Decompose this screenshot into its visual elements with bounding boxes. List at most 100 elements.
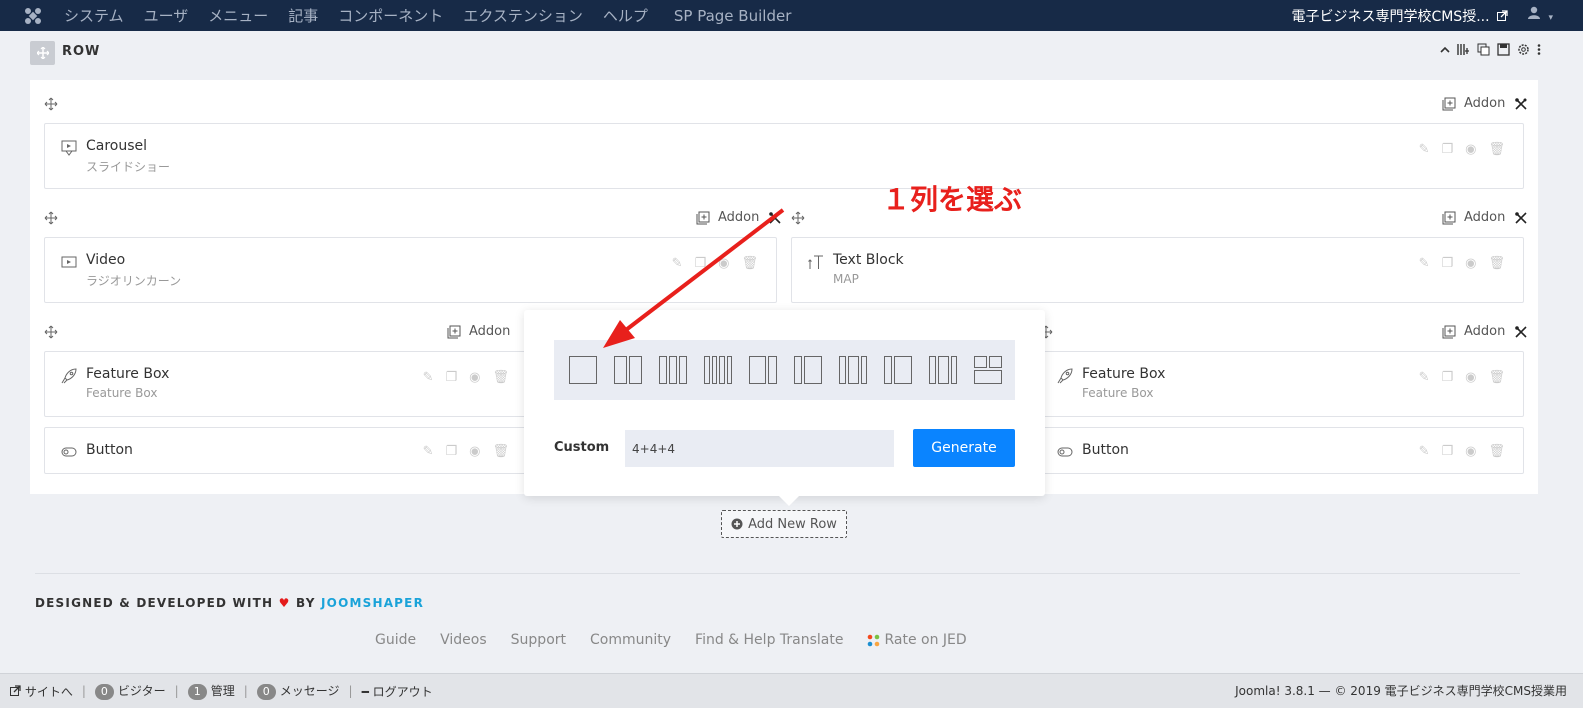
edit-icon[interactable]: ✎ — [423, 370, 434, 385]
copy-icon[interactable]: ❐ — [694, 256, 706, 271]
row-drag-handle[interactable] — [30, 41, 55, 65]
column-settings-icon[interactable] — [769, 211, 781, 224]
visibility-icon[interactable]: ◉ — [1465, 370, 1476, 385]
external-link-icon — [10, 684, 21, 696]
copy-icon[interactable]: ❐ — [1441, 370, 1453, 385]
layout-8-4[interactable] — [749, 356, 777, 384]
layout-grid[interactable] — [974, 356, 1002, 384]
link-guide[interactable]: Guide — [375, 632, 416, 648]
delete-icon[interactable]: 🗑 — [492, 370, 509, 385]
version-info: Joomla! 3.8.1 — © 2019 電子ビジネス専門学校CMS授業用 — [1235, 684, 1567, 698]
addon-card-video[interactable]: Video ラジオリンカーン ✎ ❐ ◉ 🗑 — [44, 237, 777, 303]
joomla-logo-icon[interactable] — [17, 0, 49, 31]
columns-icon[interactable] — [1457, 43, 1470, 56]
admins-status[interactable]: 1 管理 — [187, 682, 235, 700]
copy-icon[interactable]: ❐ — [445, 444, 457, 459]
copy-icon[interactable]: ❐ — [445, 370, 457, 385]
logout-link[interactable]: ━ ログアウト — [362, 683, 433, 700]
delete-icon[interactable]: 🗑 — [1488, 256, 1505, 271]
link-community[interactable]: Community — [590, 632, 671, 648]
menu-system[interactable]: システム — [64, 5, 124, 26]
addon-card-carousel[interactable]: Carousel スライドショー ✎ ❐ ◉ 🗑 — [44, 123, 1524, 189]
collapse-icon[interactable] — [1440, 45, 1450, 55]
delete-icon[interactable]: 🗑 — [1488, 444, 1505, 459]
column-drag-icon[interactable] — [791, 211, 805, 225]
visitors-label: ビジター — [117, 684, 166, 698]
menu-menus[interactable]: メニュー — [208, 5, 268, 26]
menu-content[interactable]: 記事 — [288, 5, 318, 26]
add-addon-button[interactable]: Addon — [1442, 210, 1527, 225]
addon-label: Addon — [1464, 324, 1506, 339]
addon-card-feature-box[interactable]: Feature Box Feature Box ✎ ❐ ◉ 🗑 — [1040, 351, 1524, 417]
column-settings-icon[interactable] — [1515, 325, 1527, 338]
site-link[interactable]: 電子ビジネス専門学校CMS授... — [1291, 6, 1508, 26]
copy-icon[interactable]: ❐ — [1441, 256, 1453, 271]
link-support[interactable]: Support — [511, 632, 566, 648]
layout-1-column[interactable] — [569, 356, 597, 384]
more-options-icon[interactable] — [1537, 43, 1541, 56]
visibility-icon[interactable]: ◉ — [469, 444, 480, 459]
edit-icon[interactable]: ✎ — [1419, 444, 1430, 459]
layout-4-columns[interactable] — [704, 356, 732, 384]
menu-users[interactable]: ユーザ — [144, 5, 189, 26]
layout-3-9[interactable] — [884, 356, 912, 384]
link-translate[interactable]: Find & Help Translate — [695, 632, 843, 648]
view-site-link[interactable]: サイトへ — [10, 683, 73, 700]
layout-4-8[interactable] — [794, 356, 822, 384]
add-addon-button[interactable]: Addon — [1442, 324, 1527, 339]
menu-sp-page-builder[interactable]: SP Page Builder — [674, 7, 791, 25]
menu-components[interactable]: コンポーネント — [338, 5, 443, 26]
duplicate-icon[interactable] — [1477, 43, 1490, 56]
delete-icon[interactable]: 🗑 — [741, 256, 758, 271]
column-settings-icon[interactable] — [1515, 211, 1527, 224]
generate-button[interactable]: Generate — [913, 429, 1015, 467]
edit-icon[interactable]: ✎ — [1419, 256, 1430, 271]
edit-icon[interactable]: ✎ — [423, 444, 434, 459]
addon-card-button[interactable]: Button ✎ ❐ ◉ 🗑 — [44, 427, 534, 474]
column-drag-icon[interactable] — [44, 97, 58, 111]
visibility-icon[interactable]: ◉ — [469, 370, 480, 385]
column-drag-icon[interactable] — [44, 325, 58, 339]
layout-4-4-4-alt[interactable] — [929, 356, 957, 384]
addon-card-feature-box[interactable]: Feature Box Feature Box ✎ ❐ ◉ 🗑 — [44, 351, 534, 417]
column-drag-icon[interactable] — [44, 211, 58, 225]
delete-icon[interactable]: 🗑 — [1488, 370, 1505, 385]
custom-layout-input[interactable] — [625, 430, 894, 467]
settings-icon[interactable] — [1517, 43, 1530, 56]
user-menu-icon[interactable]: ▾ — [1527, 6, 1553, 24]
link-videos[interactable]: Videos — [440, 632, 487, 648]
link-rate-jed[interactable]: Rate on JED — [867, 632, 967, 648]
copy-icon[interactable]: ❐ — [1441, 444, 1453, 459]
menu-help[interactable]: ヘルプ — [603, 5, 648, 26]
layout-3-columns[interactable] — [659, 356, 687, 384]
addon-subtitle: スライドショー — [86, 160, 171, 174]
add-addon-button[interactable]: Addon — [447, 324, 510, 339]
add-addon-button[interactable]: Addon — [1442, 96, 1527, 111]
site-name: 電子ビジネス専門学校CMS授... — [1291, 9, 1490, 25]
add-new-row-button[interactable]: Add New Row — [721, 510, 847, 538]
edit-icon[interactable]: ✎ — [1419, 142, 1430, 157]
edit-icon[interactable]: ✎ — [672, 256, 683, 271]
addon-card-button[interactable]: Button ✎ ❐ ◉ 🗑 — [1040, 427, 1524, 474]
addon-card-text-block[interactable]: Text Block MAP ✎ ❐ ◉ 🗑 — [791, 237, 1524, 303]
delete-icon[interactable]: 🗑 — [1488, 142, 1505, 157]
layout-3-6-3[interactable] — [839, 356, 867, 384]
visibility-icon[interactable]: ◉ — [1465, 444, 1476, 459]
layout-2-columns[interactable] — [614, 356, 642, 384]
credit-prefix: DESIGNED & DEVELOPED WITH — [35, 596, 274, 610]
delete-icon[interactable]: 🗑 — [492, 444, 509, 459]
visibility-icon[interactable]: ◉ — [1465, 142, 1476, 157]
messages-status[interactable]: 0 メッセージ — [256, 682, 340, 700]
visibility-icon[interactable]: ◉ — [1465, 256, 1476, 271]
addon-actions: ✎ ❐ ◉ 🗑 — [423, 370, 509, 385]
joomshaper-link[interactable]: JOOMSHAPER — [321, 596, 424, 610]
save-icon[interactable] — [1497, 43, 1510, 56]
copy-icon[interactable]: ❐ — [1441, 142, 1453, 157]
column-settings-icon[interactable] — [1515, 97, 1527, 110]
external-link-icon — [1497, 10, 1508, 21]
add-addon-button[interactable]: Addon — [696, 210, 781, 225]
visitors-status[interactable]: 0 ビジター — [94, 682, 166, 700]
visibility-icon[interactable]: ◉ — [718, 256, 729, 271]
menu-extensions[interactable]: エクステンション — [463, 5, 583, 26]
edit-icon[interactable]: ✎ — [1419, 370, 1430, 385]
